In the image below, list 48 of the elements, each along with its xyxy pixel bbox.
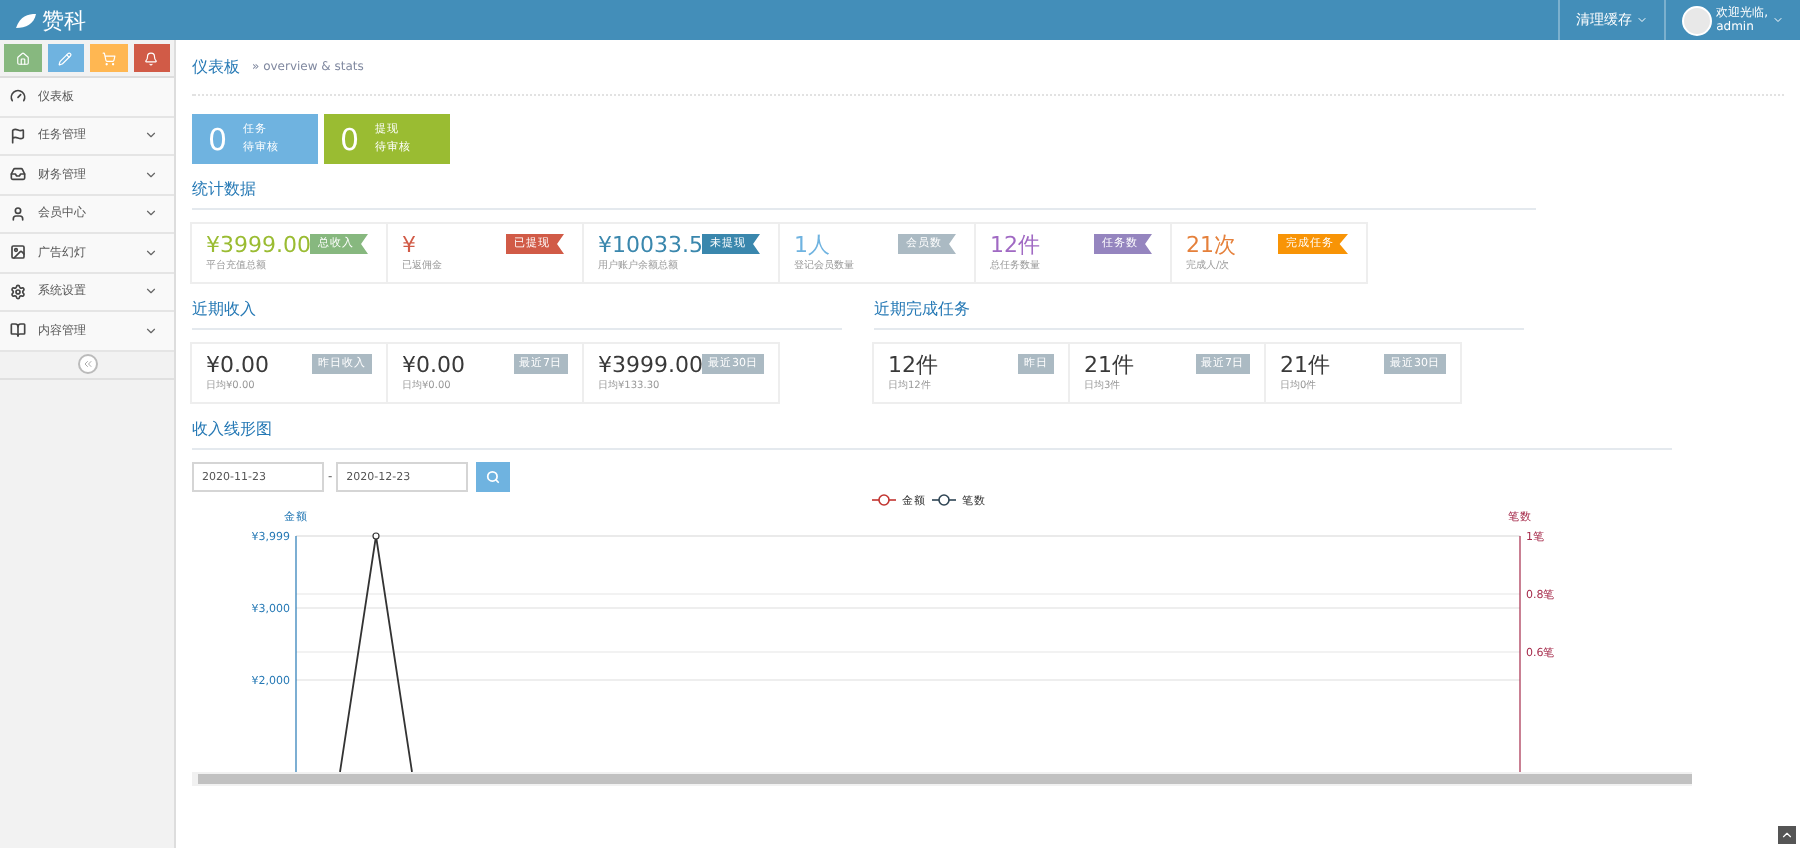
user-icon [10, 205, 26, 222]
flag-icon [10, 127, 26, 144]
stat-value: ¥0.00 [402, 353, 465, 377]
page-title: 仪表板 [192, 56, 240, 78]
leaf-icon [16, 13, 36, 27]
stat-value: 12件 [990, 233, 1040, 257]
stat-value: 1人 [794, 233, 830, 257]
tile-count: 0 [208, 121, 228, 157]
settings-icon [10, 283, 26, 300]
stat-value: 21次 [1186, 233, 1236, 257]
stat-value: ¥3999.00 [598, 353, 703, 377]
inbox-icon [10, 166, 26, 183]
stat-value: 12件 [888, 353, 938, 377]
caret-icon [1636, 14, 1649, 26]
avatar [1682, 5, 1713, 35]
section-title: 近期收入 [192, 284, 842, 330]
picture-icon [10, 244, 26, 261]
gauge-icon [10, 88, 26, 105]
home-icon [15, 51, 30, 65]
legend-marker-icon[interactable] [871, 494, 897, 506]
scrollbar[interactable] [192, 772, 1692, 786]
stat-value: ¥0.00 [206, 353, 269, 377]
stat-value: 21件 [1280, 353, 1330, 377]
collapse-button[interactable] [77, 354, 97, 374]
legend-marker-icon[interactable] [931, 494, 957, 506]
pencil-icon [58, 51, 73, 65]
caret-icon [1772, 14, 1784, 26]
section-title: 收入线形图 [192, 404, 1672, 450]
brand-logo[interactable]: 赞科 [16, 5, 86, 35]
search-button[interactable] [476, 462, 511, 492]
cart-icon [101, 51, 116, 65]
book-icon [10, 322, 26, 339]
section-title: 近期完成任务 [874, 284, 1524, 330]
shortcut-button[interactable] [47, 44, 84, 72]
shortcut-button[interactable] [90, 44, 127, 72]
tile-count: 0 [340, 121, 360, 157]
section-title: 统计数据 [192, 164, 1536, 210]
stat-value: ¥ [402, 233, 416, 257]
shortcut-button[interactable] [4, 44, 41, 72]
chevron-up-icon [1780, 828, 1794, 842]
search-icon [486, 470, 501, 484]
scroll-top-button[interactable] [1778, 826, 1796, 844]
bell-icon [144, 51, 159, 65]
stat-value: ¥10033.5 [598, 233, 703, 257]
scrollbar-thumb[interactable] [198, 774, 1692, 784]
stat-value: 21件 [1084, 353, 1134, 377]
stat-value: ¥3999.00 [206, 233, 311, 257]
shortcut-button[interactable] [133, 44, 170, 72]
